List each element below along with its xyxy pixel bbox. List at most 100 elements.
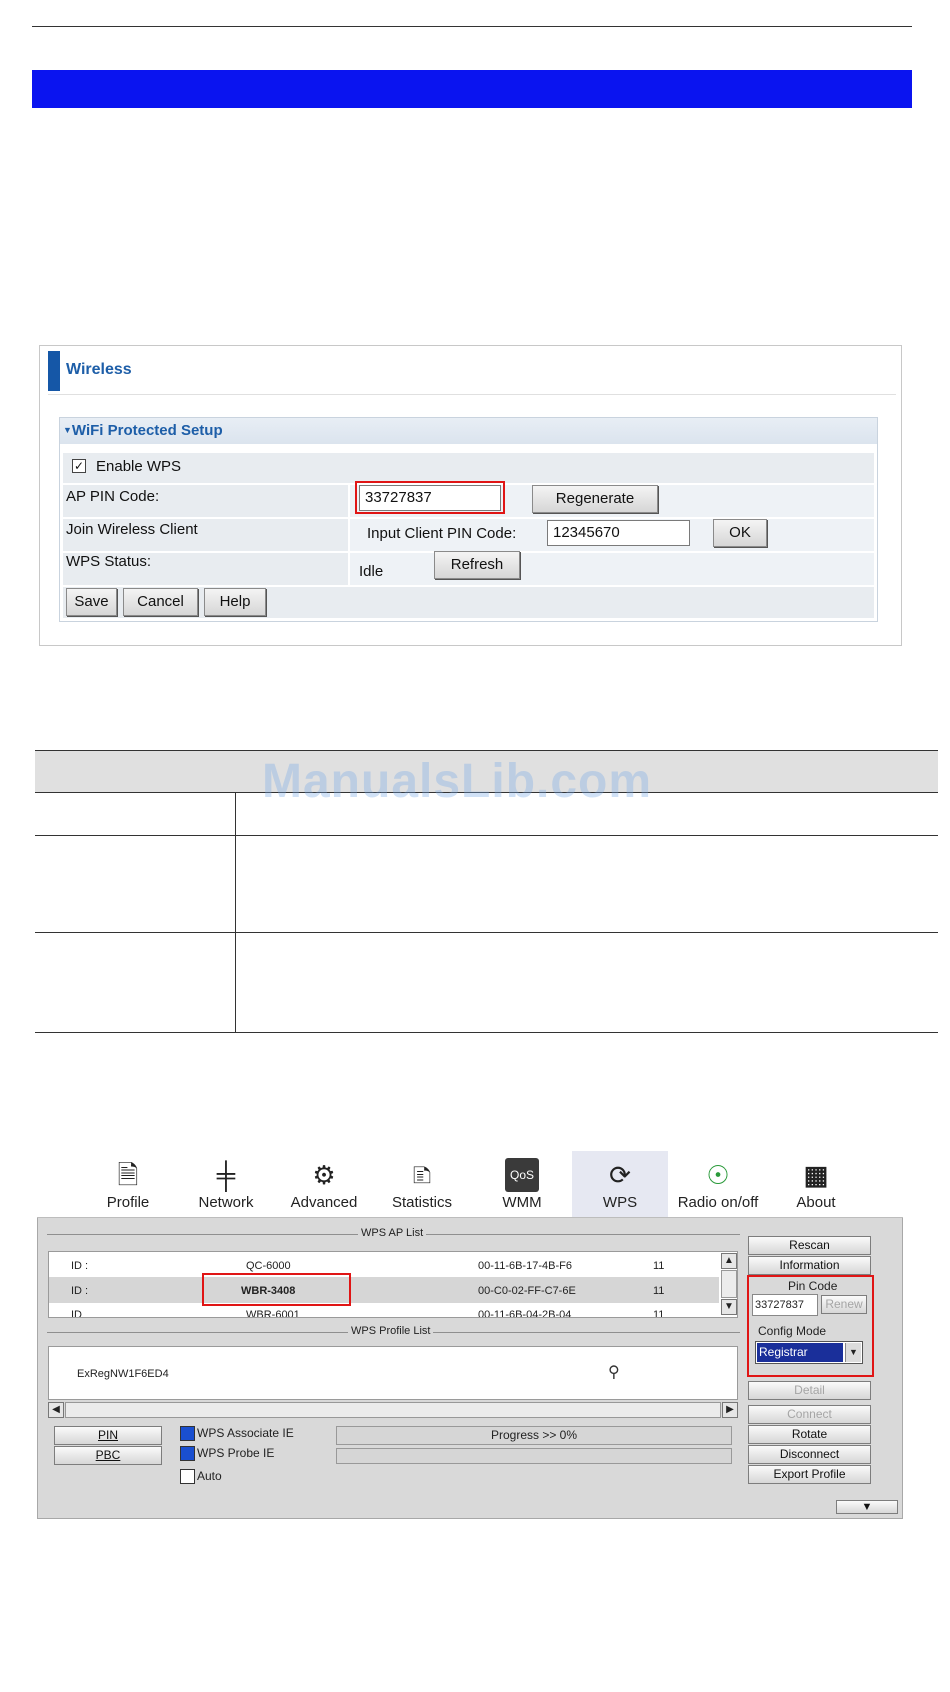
table-row-divider — [35, 932, 938, 933]
toolbar-label: Advanced — [290, 1194, 358, 1211]
triangle-down-icon: ▼ — [861, 1501, 873, 1513]
section-banner — [32, 70, 912, 108]
toolbar-statistics[interactable]: 🗈 Statistics — [374, 1158, 470, 1211]
regenerate-button[interactable]: Regenerate — [532, 485, 658, 513]
rescan-button[interactable]: Rescan — [748, 1236, 871, 1255]
auto-checkbox[interactable] — [180, 1469, 195, 1484]
rotate-button[interactable]: Rotate — [748, 1425, 871, 1444]
statistics-icon: 🗈 — [412, 1160, 432, 1190]
toolbar-label: WMM — [502, 1194, 542, 1211]
ap-row-id: ID — [71, 1309, 82, 1317]
ap-row-channel: 11 — [653, 1285, 665, 1297]
ap-row-id: ID : — [71, 1285, 89, 1297]
cancel-button[interactable]: Cancel — [123, 588, 198, 616]
scroll-up-button[interactable]: ▲ — [721, 1253, 737, 1269]
caret-down-icon: ▼ — [63, 425, 72, 435]
auto-label: Auto — [197, 1469, 222, 1483]
ap-row-name[interactable]: QC-6000 — [246, 1260, 291, 1272]
pin-code-title: Pin Code — [788, 1279, 838, 1293]
status-bar — [336, 1448, 732, 1464]
profile-icon: 🗎 — [117, 1160, 139, 1190]
toolbar-wps[interactable]: ⟳ WPS — [572, 1158, 668, 1211]
radio-icon: ☉ — [706, 1160, 730, 1190]
ap-list-selected-row — [49, 1277, 719, 1303]
save-button[interactable]: Save — [66, 588, 117, 616]
row-status-value-cell — [350, 553, 874, 585]
toolbar-wmm[interactable]: QoS WMM — [474, 1158, 570, 1211]
pbc-button[interactable]: PBC — [54, 1446, 162, 1465]
export-profile-button[interactable]: Export Profile — [748, 1465, 871, 1484]
panel-divider — [48, 394, 896, 395]
toolbar-about[interactable]: ▦ About — [768, 1158, 864, 1211]
ap-row-channel: 11 — [653, 1260, 665, 1272]
wps-associate-ie-checkbox[interactable] — [180, 1426, 195, 1441]
table-row-divider — [35, 835, 938, 836]
progress-bar: Progress >> 0% — [336, 1426, 732, 1445]
ap-row-channel: 11 — [653, 1309, 665, 1317]
information-button[interactable]: Information — [748, 1256, 871, 1275]
wps-associate-ie-label: WPS Associate IE — [197, 1426, 294, 1440]
connect-button[interactable]: Connect — [748, 1405, 871, 1424]
ap-row-mac: 00-11-6B-17-4B-F6 — [478, 1260, 572, 1272]
wps-status-label: WPS Status: — [66, 553, 152, 570]
wps-icon: ⟳ — [609, 1160, 631, 1190]
row-enable-wps — [63, 453, 874, 483]
detail-button[interactable]: Detail — [748, 1381, 871, 1400]
toolbar-network[interactable]: ╪ Network — [178, 1158, 274, 1211]
config-mode-select[interactable]: Registrar ▼ — [755, 1341, 863, 1364]
ap-row-name[interactable]: WBR-3408 — [241, 1285, 295, 1297]
table-column-divider — [235, 793, 236, 1033]
client-pin-field[interactable]: 12345670 — [547, 520, 690, 546]
chevron-down-icon[interactable]: ▼ — [845, 1343, 861, 1362]
scroll-right-button[interactable]: ▶ — [722, 1402, 738, 1418]
ap-row-mac: 00-11-6B-04-2B-04 — [478, 1309, 572, 1317]
toolbar-profile[interactable]: 🗎 Profile — [80, 1158, 176, 1211]
profile-item[interactable]: ExRegNW1F6ED4 — [77, 1368, 169, 1380]
toolbar-advanced[interactable]: ⚙ Advanced — [276, 1158, 372, 1211]
advanced-icon: ⚙ — [312, 1160, 336, 1190]
profile-list-title: WPS Profile List — [348, 1325, 434, 1337]
ok-button[interactable]: OK — [713, 519, 767, 547]
scroll-left-button[interactable]: ◀ — [48, 1402, 64, 1418]
network-icon: ╪ — [216, 1160, 236, 1190]
scroll-down-button[interactable]: ▼ — [721, 1299, 737, 1315]
horizontal-scrollbar[interactable] — [65, 1402, 721, 1418]
scrollbar-track[interactable] — [721, 1270, 737, 1298]
toolbar-label: Statistics — [391, 1194, 452, 1211]
ap-list-partial-row: ID WBR-6001 00-11-6B-04-2B-04 11 — [49, 1308, 719, 1317]
toolbar-radio[interactable]: ☉ Radio on/off — [666, 1158, 770, 1211]
watermark: ManualsLib.com — [262, 755, 653, 808]
toolbar-label: Profile — [106, 1194, 150, 1211]
ap-list-title: WPS AP List — [358, 1227, 427, 1239]
toolbar-label: Network — [198, 1194, 254, 1211]
about-icon: ▦ — [803, 1160, 829, 1190]
ap-row-name[interactable]: WBR-6001 — [246, 1309, 300, 1317]
ap-pin-label: AP PIN Code: — [66, 488, 160, 505]
enable-wps-label: Enable WPS — [96, 458, 182, 475]
config-mode-value: Registrar — [757, 1343, 843, 1362]
renew-button[interactable]: Renew — [821, 1295, 867, 1314]
ap-row-mac: 00-C0-02-FF-C7-6E — [478, 1285, 576, 1297]
panel-accent-bar — [48, 351, 60, 391]
top-rule — [32, 26, 912, 27]
key-icon: ⚲ — [608, 1364, 620, 1381]
ap-pin-field[interactable]: 33727837 — [359, 485, 501, 511]
pin-code-field[interactable]: 33727837 — [752, 1294, 818, 1316]
refresh-button[interactable]: Refresh — [434, 551, 520, 579]
disconnect-button[interactable]: Disconnect — [748, 1445, 871, 1464]
config-mode-title: Config Mode — [758, 1324, 827, 1338]
wps-probe-ie-label: WPS Probe IE — [197, 1446, 275, 1460]
expand-down-button[interactable]: ▼ — [836, 1500, 898, 1514]
panel-title: Wireless — [66, 361, 132, 378]
pin-button[interactable]: PIN — [54, 1426, 162, 1445]
input-client-pin-label: Input Client PIN Code: — [367, 525, 517, 542]
ap-row-id: ID : — [71, 1260, 89, 1272]
help-button[interactable]: Help — [204, 588, 266, 616]
wps-section-title[interactable]: ▼WiFi Protected Setup — [63, 422, 223, 439]
enable-wps-checkbox[interactable]: ✓ — [72, 459, 86, 473]
wmm-icon: QoS — [505, 1158, 539, 1192]
wps-status-value: Idle — [359, 563, 384, 580]
join-wireless-client-label: Join Wireless Client — [66, 521, 198, 538]
wps-section-title-text: WiFi Protected Setup — [71, 422, 223, 439]
wps-probe-ie-checkbox[interactable] — [180, 1446, 195, 1461]
